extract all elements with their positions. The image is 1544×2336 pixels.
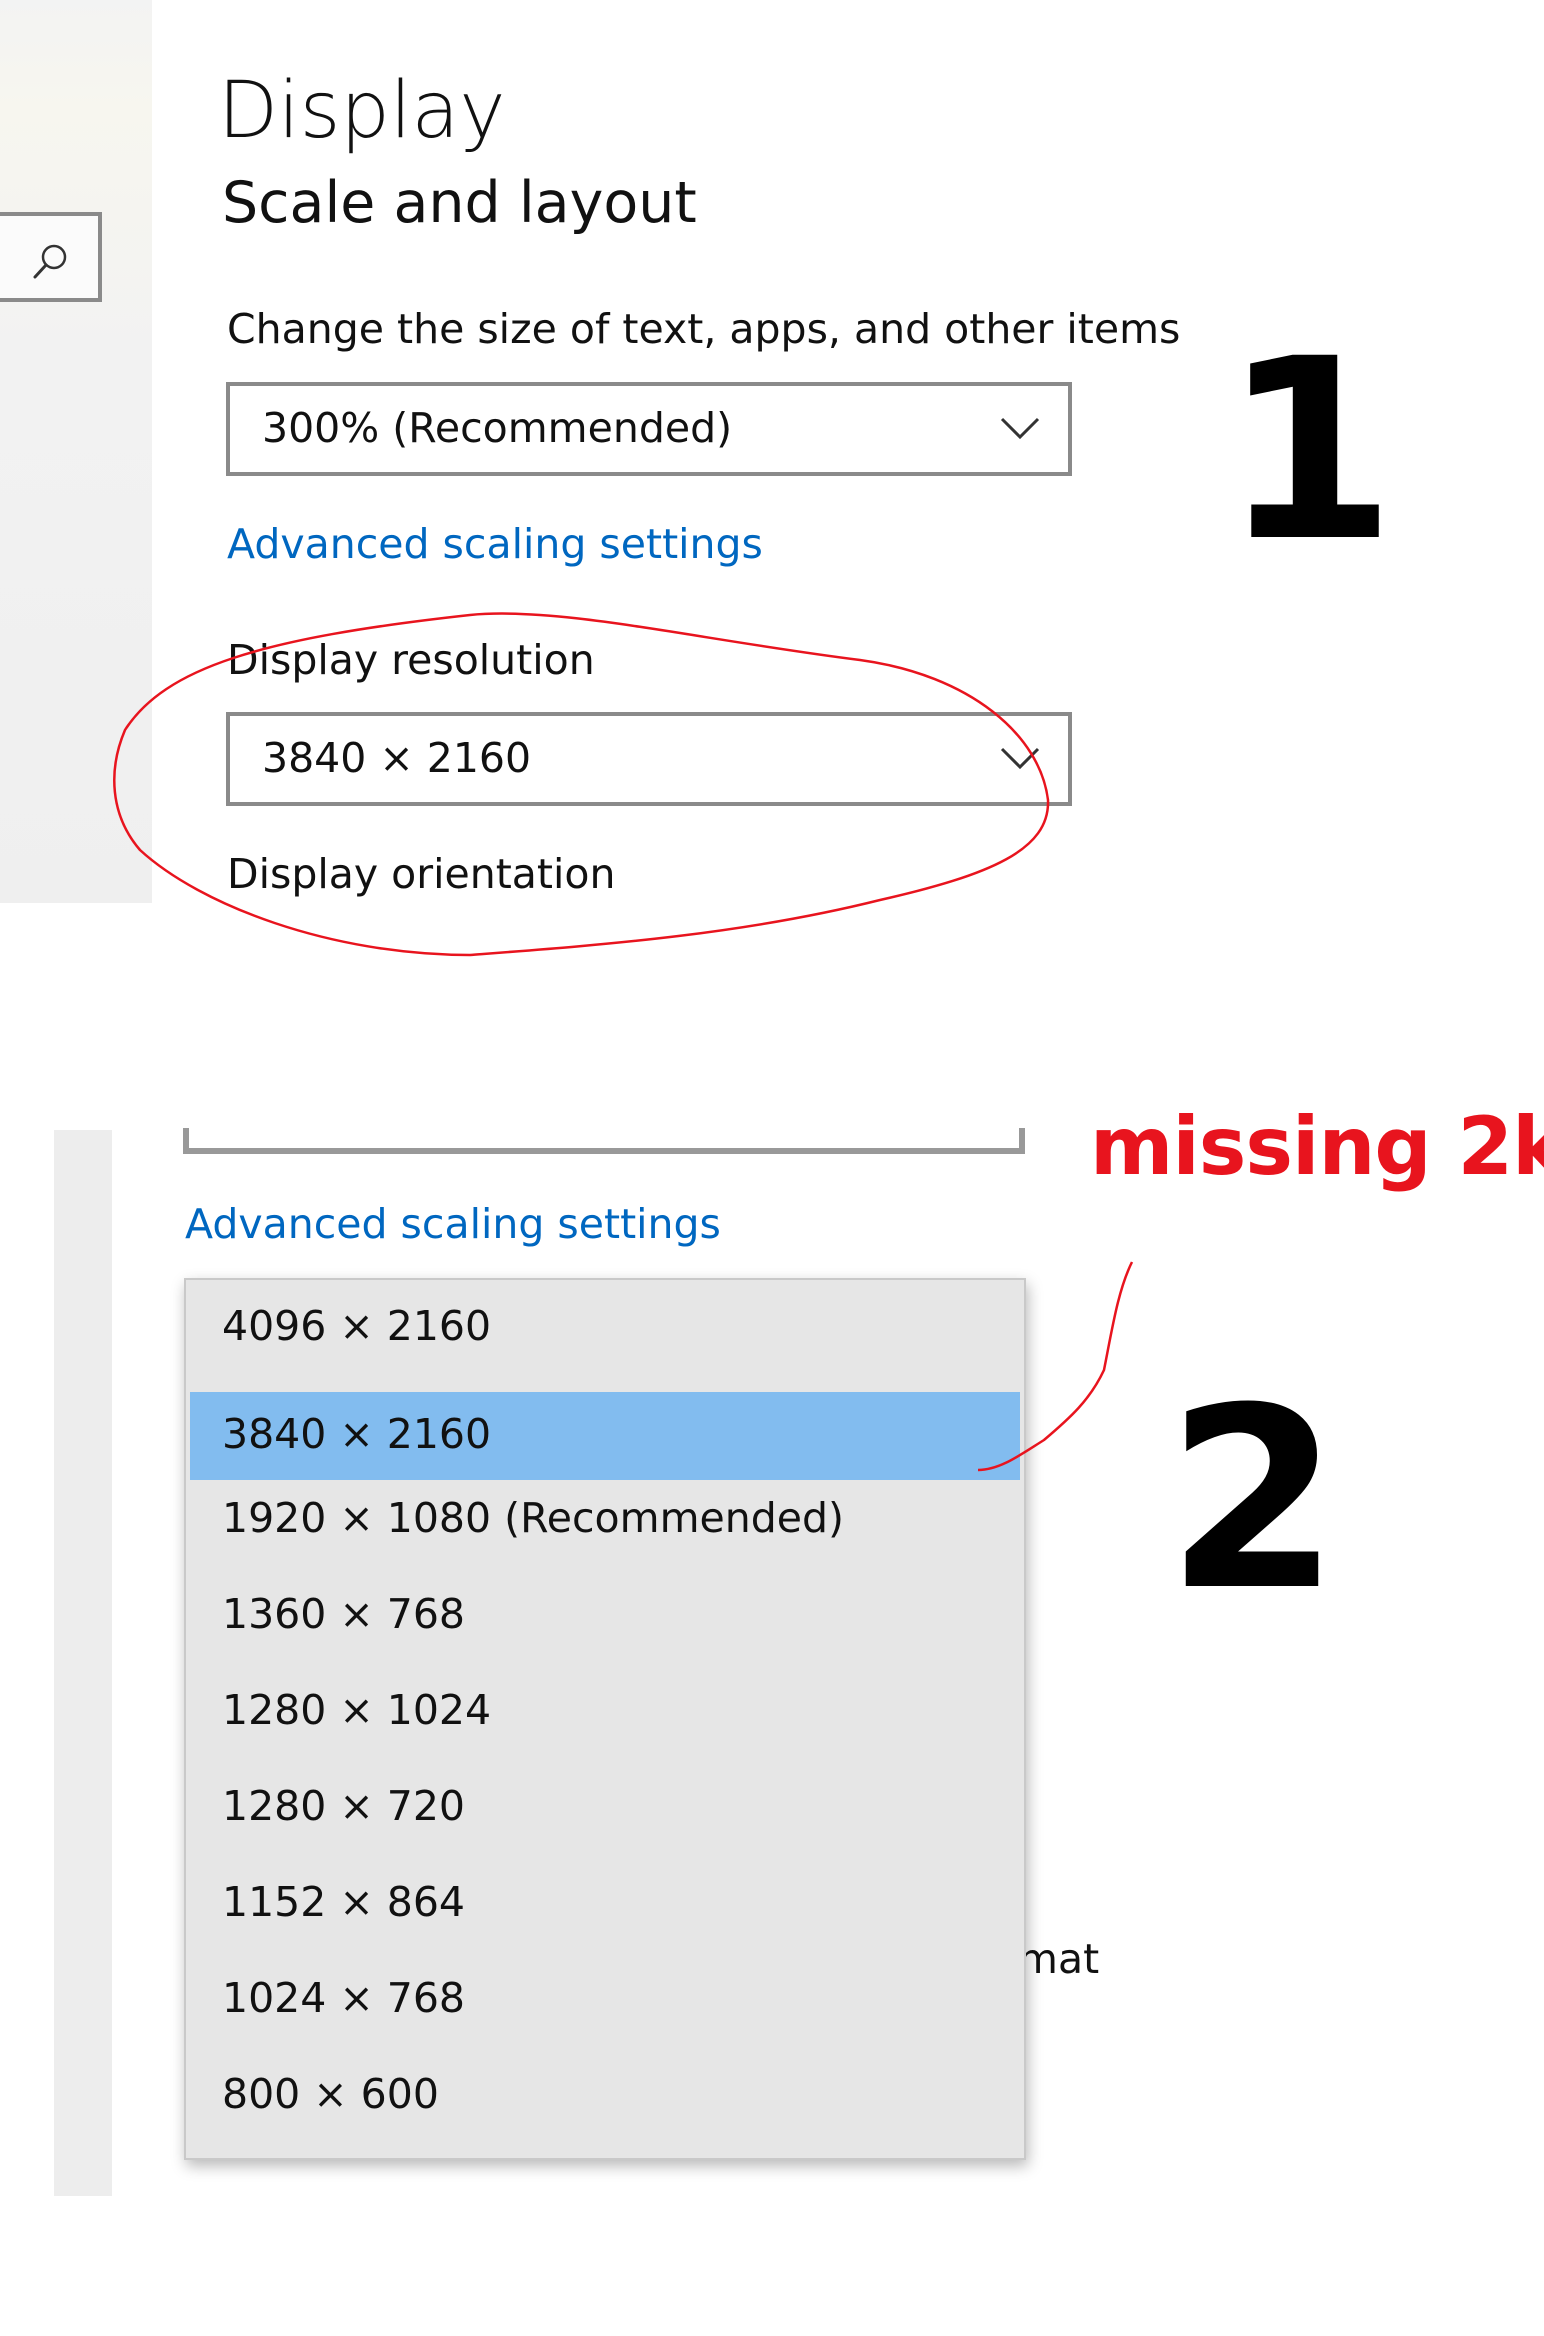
option-label: 3840 × 2160	[222, 1410, 492, 1458]
chevron-down-icon	[1000, 747, 1040, 770]
annotation-number-1: 1	[1222, 305, 1396, 596]
resolution-option-selected[interactable]: 3840 × 2160	[190, 1392, 1020, 1480]
chevron-down-icon	[1000, 417, 1040, 440]
resolution-options-list[interactable]: 4096 × 2160 3840 × 2160 1920 × 1080 (Rec…	[184, 1278, 1026, 2160]
scale-dropdown[interactable]: 300% (Recommended)	[226, 382, 1072, 476]
resolution-value: 3840 × 2160	[262, 734, 532, 782]
scale-label: Change the size of text, apps, and other…	[227, 305, 1181, 353]
option-label: 1360 × 768	[222, 1590, 466, 1638]
annotation-missing-2k: missing 2k	[1090, 1100, 1544, 1193]
section-title: Scale and layout	[222, 170, 697, 236]
scale-dropdown-edge[interactable]	[183, 1128, 1025, 1154]
resolution-dropdown[interactable]: 3840 × 2160	[226, 712, 1072, 806]
resolution-option[interactable]: 800 × 600	[190, 2052, 1020, 2140]
resolution-option[interactable]: 4096 × 2160	[190, 1284, 1020, 1372]
option-label: 1280 × 1024	[222, 1686, 492, 1734]
option-label: 1024 × 768	[222, 1974, 466, 2022]
advanced-scaling-link[interactable]: Advanced scaling settings	[227, 520, 763, 568]
annotation-number-2: 2	[1166, 1354, 1340, 1645]
resolution-option[interactable]: 1152 × 864	[190, 1860, 1020, 1948]
navigation-pane	[0, 0, 152, 903]
advanced-scaling-link[interactable]: Advanced scaling settings	[185, 1200, 721, 1248]
option-label: 1280 × 720	[222, 1782, 466, 1830]
resolution-option[interactable]: 1024 × 768	[190, 1956, 1020, 2044]
page-title: Display	[218, 66, 506, 156]
option-label: 1920 × 1080 (Recommended)	[222, 1494, 844, 1542]
resolution-label: Display resolution	[227, 636, 595, 684]
resolution-option[interactable]: 1360 × 768	[190, 1572, 1020, 1660]
orientation-label: Display orientation	[227, 850, 616, 898]
partial-label-text: mat	[1018, 1935, 1100, 1983]
resolution-option[interactable]: 1280 × 1024	[190, 1668, 1020, 1756]
search-icon[interactable]	[30, 242, 70, 282]
search-box[interactable]	[0, 212, 102, 302]
navigation-pane	[54, 1130, 112, 2196]
option-label: 1152 × 864	[222, 1878, 466, 1926]
option-label: 800 × 600	[222, 2070, 439, 2118]
scale-value: 300% (Recommended)	[262, 404, 733, 452]
resolution-option[interactable]: 1920 × 1080 (Recommended)	[190, 1476, 1020, 1564]
resolution-option[interactable]: 1280 × 720	[190, 1764, 1020, 1852]
option-label: 4096 × 2160	[222, 1302, 492, 1350]
